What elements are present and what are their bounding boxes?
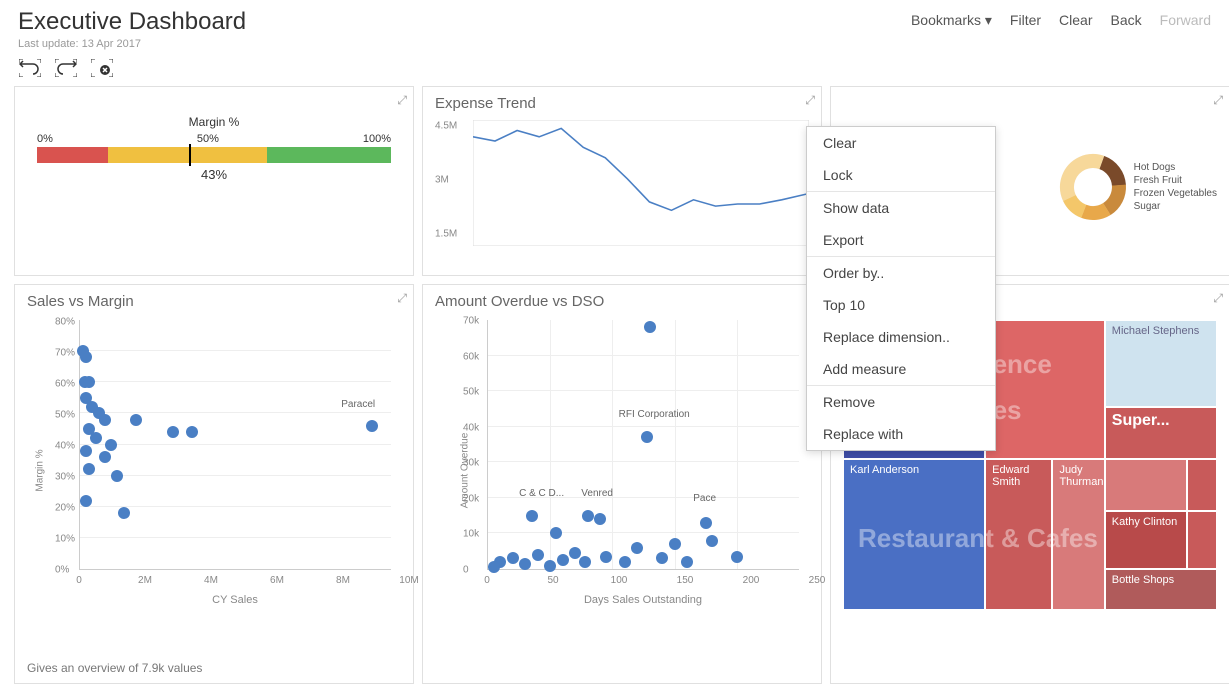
menu-replace-dim[interactable]: Replace dimension.. bbox=[807, 321, 995, 353]
tm-cell[interactable] bbox=[1187, 459, 1217, 511]
context-menu: Clear Lock Show data Export Order by.. T… bbox=[806, 126, 996, 451]
tm-cell[interactable] bbox=[1105, 459, 1187, 511]
tm-kathy[interactable]: Kathy Clinton bbox=[1105, 511, 1187, 569]
tm-bottle[interactable]: Bottle Shops bbox=[1105, 569, 1217, 610]
bookmarks-link[interactable]: Bookmarks ▾ bbox=[911, 12, 992, 29]
menu-add-measure[interactable]: Add measure bbox=[807, 353, 995, 385]
dashboard-grid: ⤢ Margin % 0% 50% 100% 43% ⤢ Expense Tre… bbox=[0, 86, 1229, 684]
header: Executive Dashboard Last update: 13 Apr … bbox=[0, 0, 1229, 54]
filter-link[interactable]: Filter bbox=[1010, 12, 1041, 29]
expand-icon[interactable]: ⤢ bbox=[397, 291, 407, 306]
overdue-plot[interactable]: RFI Corporation C & C D... Venred Pace bbox=[487, 320, 799, 570]
tm-michael[interactable]: Michael Stephens bbox=[1105, 320, 1217, 407]
salesmargin-title: Sales vs Margin bbox=[27, 293, 401, 310]
tm-cell[interactable] bbox=[985, 320, 1105, 459]
back-link[interactable]: Back bbox=[1111, 12, 1142, 29]
tm-cell[interactable] bbox=[1187, 511, 1217, 569]
margin-panel: ⤢ Margin % 0% 50% 100% 43% bbox=[14, 86, 414, 276]
nav-links: Bookmarks ▾ Filter Clear Back Forward bbox=[911, 8, 1211, 29]
clear-selection-icon[interactable] bbox=[90, 58, 114, 78]
tm-edward[interactable]: Edward Smith bbox=[985, 459, 1052, 610]
menu-orderby[interactable]: Order by.. bbox=[807, 257, 995, 289]
menu-remove[interactable]: Remove bbox=[807, 386, 995, 418]
page-title: Executive Dashboard bbox=[18, 8, 246, 36]
gauge-marker bbox=[189, 144, 191, 166]
tm-judy[interactable]: Judy Thurman bbox=[1052, 459, 1104, 610]
gauge-value: 43% bbox=[37, 167, 391, 182]
menu-showdata[interactable]: Show data bbox=[807, 192, 995, 224]
gauge-min: 0% bbox=[37, 133, 53, 145]
expense-chart: 4.5M 3M 1.5M bbox=[435, 120, 809, 240]
expand-icon[interactable]: ⤢ bbox=[1213, 93, 1223, 108]
gauge-bar bbox=[37, 147, 391, 163]
salesmargin-plot[interactable]: Paracel bbox=[79, 320, 391, 570]
expense-panel: ⤢ Expense Trend 4.5M 3M 1.5M bbox=[422, 86, 822, 276]
x-axis-label: Days Sales Outstanding bbox=[487, 594, 799, 606]
donut-legend: Hot Dogs Fresh Fruit Frozen Vegetables S… bbox=[1134, 160, 1217, 214]
tm-super[interactable]: Super... bbox=[1105, 407, 1217, 459]
overdue-title: Amount Overdue vs DSO bbox=[435, 293, 809, 310]
menu-export[interactable]: Export bbox=[807, 224, 995, 256]
expand-icon[interactable]: ⤢ bbox=[397, 93, 407, 108]
undo-icon[interactable] bbox=[18, 58, 42, 78]
overdue-panel: ⤢ Amount Overdue vs DSO Amount Overdue 0… bbox=[422, 284, 822, 684]
menu-lock[interactable]: Lock bbox=[807, 159, 995, 191]
redo-icon[interactable] bbox=[54, 58, 78, 78]
menu-clear[interactable]: Clear bbox=[807, 127, 995, 159]
menu-top10[interactable]: Top 10 bbox=[807, 289, 995, 321]
tm-karl[interactable]: Karl Anderson bbox=[843, 459, 985, 610]
expand-icon[interactable]: ⤢ bbox=[805, 93, 815, 108]
gauge-mid: 50% bbox=[197, 133, 219, 145]
expense-title: Expense Trend bbox=[435, 95, 809, 112]
last-update: Last update: 13 Apr 2017 bbox=[18, 38, 246, 50]
x-axis-label: CY Sales bbox=[79, 594, 391, 606]
menu-replace-with[interactable]: Replace with bbox=[807, 418, 995, 450]
clear-link[interactable]: Clear bbox=[1059, 12, 1092, 29]
toolbar bbox=[0, 54, 1229, 86]
forward-link: Forward bbox=[1160, 12, 1211, 29]
salesmargin-panel: ⤢ Sales vs Margin Margin % 0%10% 20%30% … bbox=[14, 284, 414, 684]
panel-footer: Gives an overview of 7.9k values bbox=[27, 661, 202, 675]
gauge-title: Margin % bbox=[37, 115, 391, 129]
expand-icon[interactable]: ⤢ bbox=[1213, 291, 1223, 306]
gauge-max: 100% bbox=[363, 133, 391, 145]
donut-chart bbox=[1058, 152, 1128, 222]
y-axis-label: Margin % bbox=[35, 449, 46, 491]
